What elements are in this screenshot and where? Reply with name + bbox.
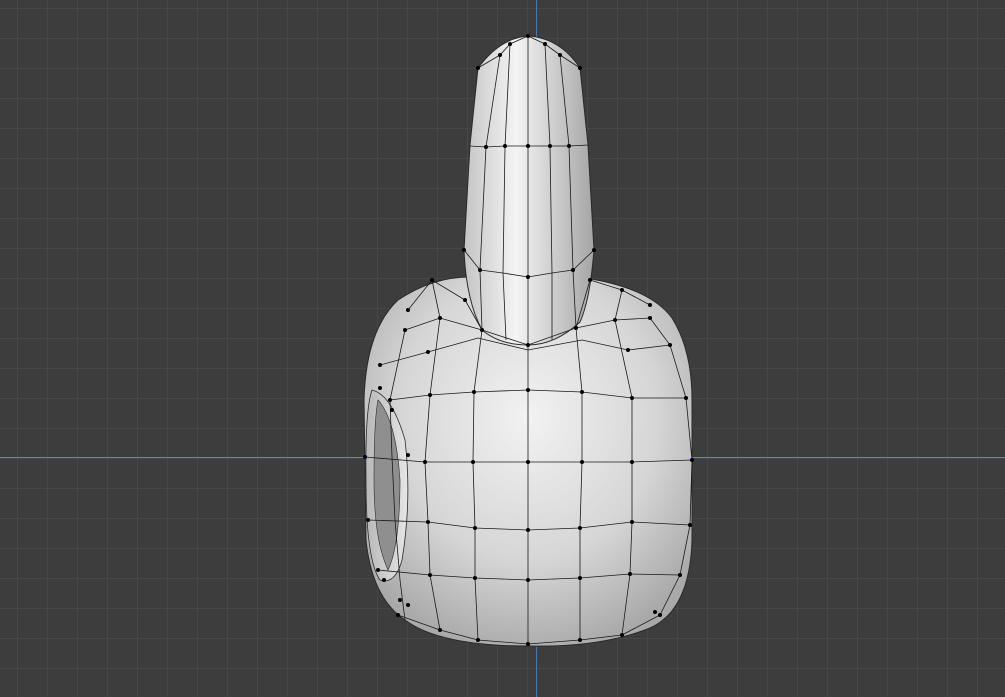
3d-viewport[interactable] <box>0 0 1005 697</box>
mesh-object[interactable] <box>0 0 1005 697</box>
